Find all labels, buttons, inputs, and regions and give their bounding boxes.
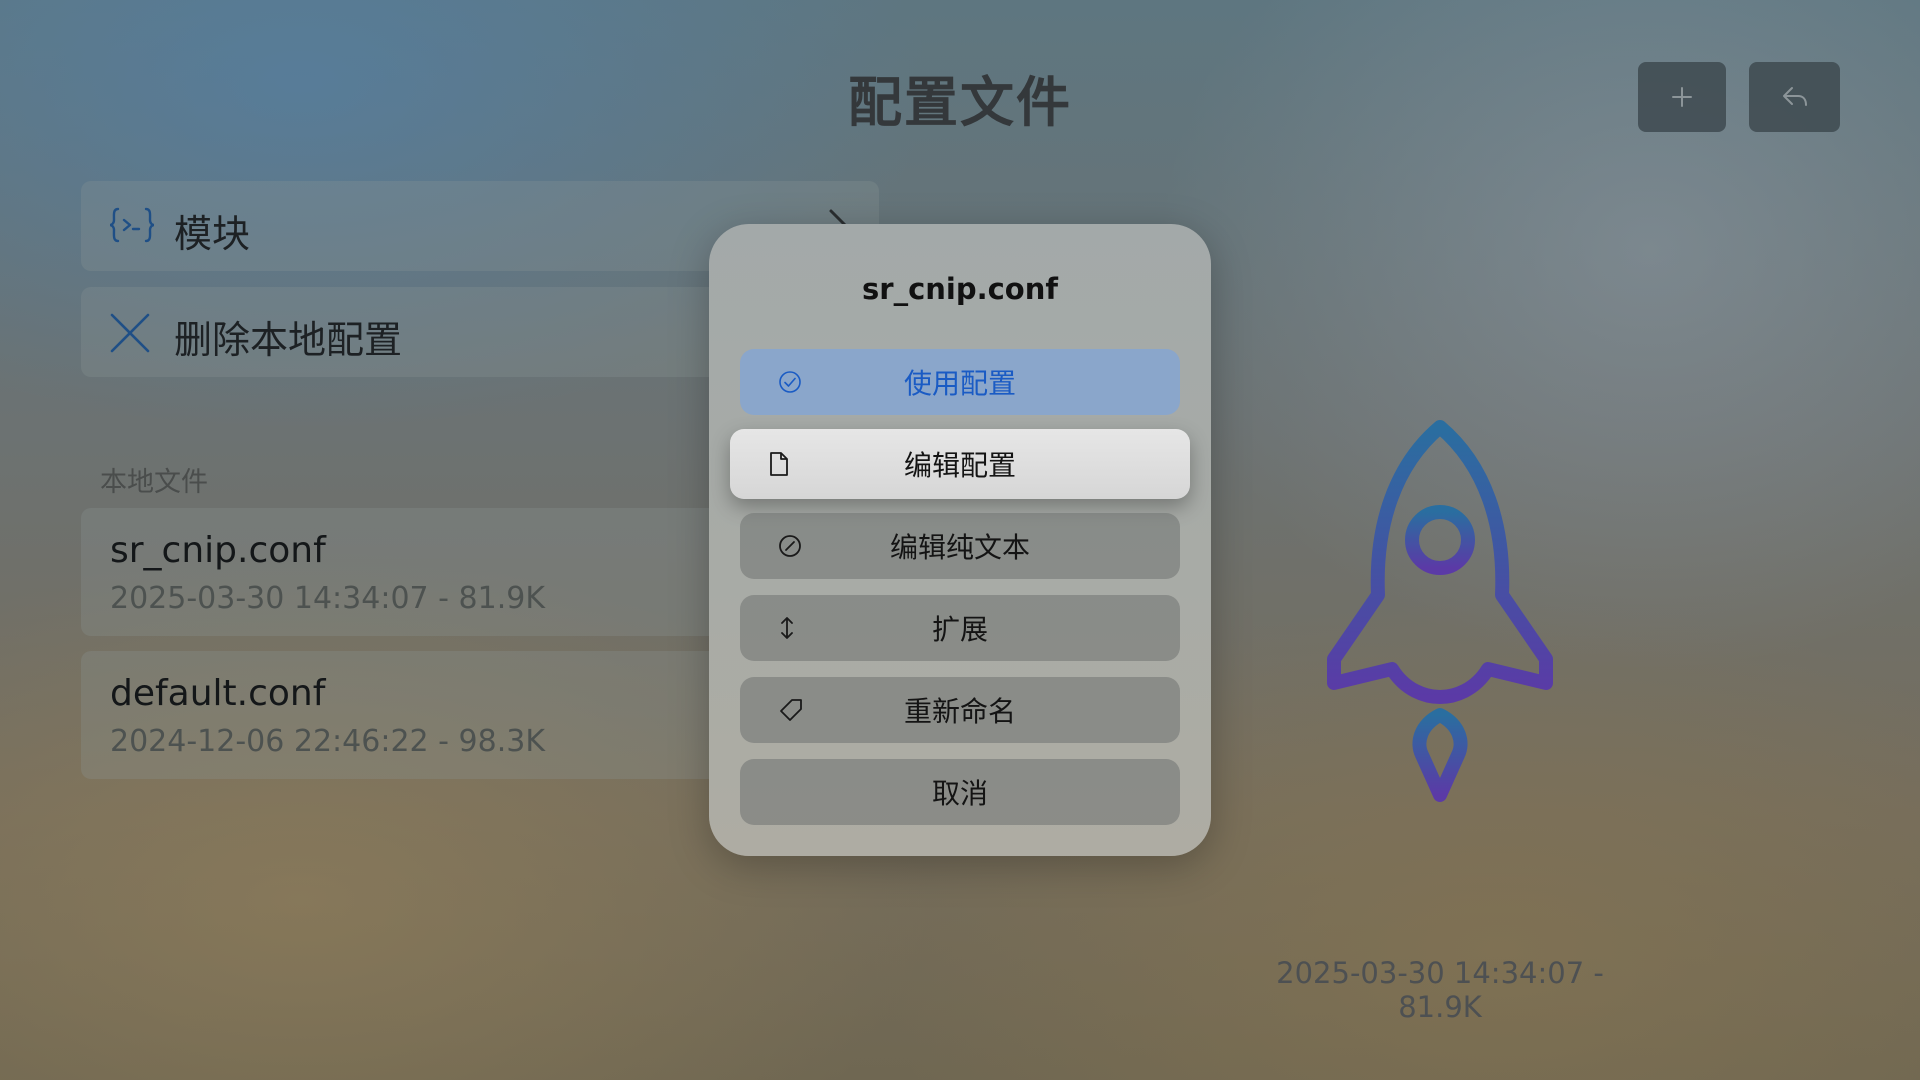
rename-button[interactable]: 重新命名 — [740, 677, 1180, 743]
plus-icon — [1672, 87, 1692, 107]
file-name: sr_cnip.conf — [110, 530, 326, 571]
detail-meta: 2025-03-30 14:34:07 - 81.9K — [1276, 956, 1604, 1024]
use-config-label: 使用配置 — [903, 367, 1016, 400]
local-files-header: 本地文件 — [100, 467, 208, 498]
file-meta: 2024-12-06 22:46:22 - 98.3K — [110, 724, 545, 759]
tag-icon — [778, 697, 804, 723]
x-icon — [110, 313, 150, 353]
extensions-label: 扩展 — [931, 613, 988, 646]
edit-plain-text-label: 编辑纯文本 — [889, 531, 1030, 564]
modules-label: 模块 — [174, 212, 251, 256]
document-icon — [768, 451, 790, 477]
edit-config-label: 编辑配置 — [903, 449, 1016, 482]
cancel-label: 取消 — [931, 777, 988, 810]
config-action-dialog: sr_cnip.conf 使用配置 编辑配置 编辑纯文本 扩展 重新命名 取消 — [709, 224, 1211, 856]
back-button[interactable] — [1749, 62, 1840, 132]
rename-label: 重新命名 — [903, 695, 1016, 728]
file-meta: 2025-03-30 14:34:07 - 81.9K — [110, 581, 545, 616]
up-down-arrow-icon — [778, 615, 796, 641]
rocket-icon — [1327, 420, 1553, 802]
use-config-button[interactable]: 使用配置 — [740, 349, 1180, 415]
edit-config-button[interactable]: 编辑配置 — [730, 429, 1190, 499]
slash-circle-icon — [778, 534, 802, 558]
cancel-button[interactable]: 取消 — [740, 759, 1180, 825]
page-title: 配置文件 — [848, 71, 1072, 134]
file-name: default.conf — [110, 673, 326, 714]
dialog-title: sr_cnip.conf — [862, 272, 1058, 306]
reply-icon — [1782, 87, 1807, 106]
extensions-button[interactable]: 扩展 — [740, 595, 1180, 661]
add-button[interactable] — [1638, 62, 1726, 132]
edit-plain-text-button[interactable]: 编辑纯文本 — [740, 513, 1180, 579]
checkmark-circle-icon — [778, 370, 802, 394]
delete-local-config-label: 删除本地配置 — [174, 318, 403, 362]
code-braces-icon — [109, 207, 155, 243]
